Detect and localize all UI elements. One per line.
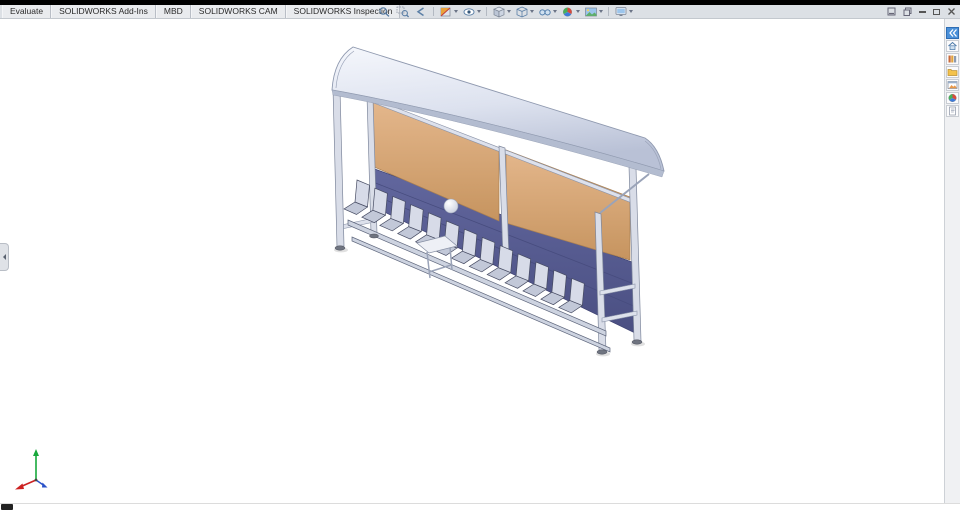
toolbar-separator <box>433 7 434 16</box>
heads-up-view-toolbar <box>376 5 635 18</box>
panel-flyout-tab[interactable] <box>0 243 9 271</box>
dropdown-caret-icon[interactable] <box>629 10 633 13</box>
maximize-icon[interactable] <box>933 5 940 18</box>
status-bar <box>0 503 960 510</box>
design-library-icon[interactable] <box>946 53 959 65</box>
apply-scene-icon[interactable] <box>583 5 604 18</box>
toolbar-separator <box>486 7 487 16</box>
commandmanager-bar: Evaluate SOLIDWORKS Add-Ins MBD SOLIDWOR… <box>0 5 960 19</box>
toolbar-separator <box>608 7 609 16</box>
previous-view-icon[interactable] <box>413 5 429 18</box>
triad-y-axis <box>33 449 39 480</box>
doc-restore-icon[interactable] <box>903 5 912 18</box>
solidworks-window: Evaluate SOLIDWORKS Add-Ins MBD SOLIDWOR… <box>0 0 960 510</box>
view-orientation-icon[interactable] <box>491 5 512 18</box>
dropdown-caret-icon[interactable] <box>576 10 580 13</box>
dropdown-caret-icon[interactable] <box>599 10 603 13</box>
custom-properties-icon[interactable] <box>946 105 959 117</box>
chevron-left-icon <box>2 254 6 260</box>
tab-solidworks-cam[interactable]: SOLIDWORKS CAM <box>190 5 286 18</box>
view-settings-icon[interactable] <box>613 5 634 18</box>
tab-evaluate[interactable]: Evaluate <box>2 5 52 18</box>
dropdown-caret-icon[interactable] <box>477 10 481 13</box>
file-explorer-icon[interactable] <box>946 66 959 78</box>
zoom-to-area-icon[interactable] <box>395 5 411 18</box>
dropdown-caret-icon[interactable] <box>507 10 511 13</box>
close-icon[interactable] <box>947 5 956 18</box>
solidworks-resources-icon[interactable] <box>946 40 959 52</box>
triad-x-axis <box>15 479 37 490</box>
zoom-to-fit-icon[interactable] <box>377 5 393 18</box>
origin-triad <box>12 446 64 494</box>
dropdown-caret-icon[interactable] <box>553 10 557 13</box>
appearances-scenes-icon[interactable] <box>946 92 959 104</box>
doc-minimize-icon[interactable] <box>887 5 896 18</box>
minimize-icon[interactable] <box>919 5 926 18</box>
task-pane-tab-strip <box>944 18 960 503</box>
view-palette-icon[interactable] <box>946 79 959 91</box>
tab-mbd[interactable]: MBD <box>155 5 191 18</box>
commandmanager-tabs: Evaluate SOLIDWORKS Add-Ins MBD SOLIDWOR… <box>2 5 401 18</box>
dropdown-caret-icon[interactable] <box>530 10 534 13</box>
triad-z-axis <box>35 479 48 488</box>
hide-show-items-icon[interactable] <box>537 5 558 18</box>
dynamic-annotation-views-icon[interactable] <box>461 5 482 18</box>
dropdown-caret-icon[interactable] <box>454 10 458 13</box>
tab-solidworks-add-ins[interactable]: SOLIDWORKS Add-Ins <box>51 5 156 18</box>
graphics-area[interactable] <box>0 18 943 503</box>
expand-task-pane-icon[interactable] <box>946 27 959 39</box>
taskbar-fragment <box>1 504 13 510</box>
section-view-icon[interactable] <box>438 5 459 18</box>
edit-appearance-icon[interactable] <box>560 5 581 18</box>
display-style-icon[interactable] <box>514 5 535 18</box>
window-controls <box>887 5 956 18</box>
